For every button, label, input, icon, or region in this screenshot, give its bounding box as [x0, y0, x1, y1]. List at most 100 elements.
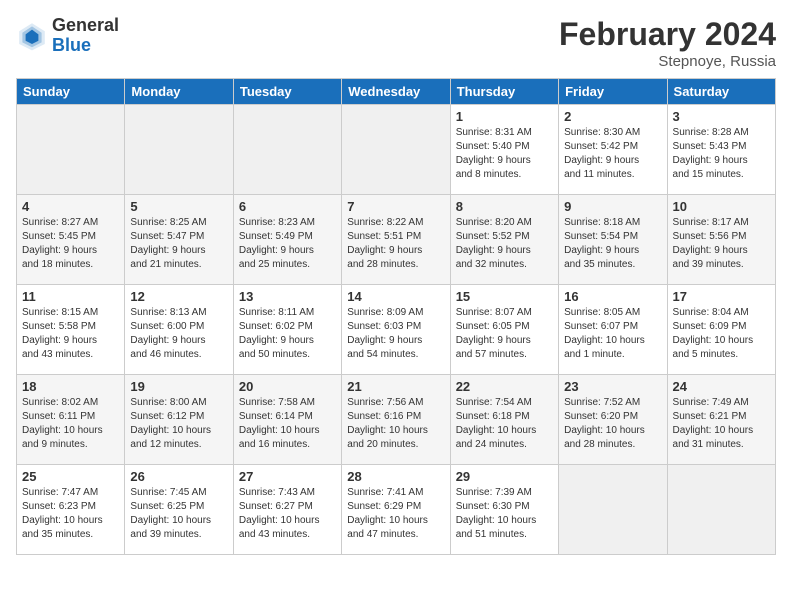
day-info: Sunrise: 8:02 AM Sunset: 6:11 PM Dayligh…	[22, 396, 119, 452]
day-number: 19	[130, 379, 227, 394]
day-number: 13	[239, 289, 336, 304]
day-info: Sunrise: 7:41 AM Sunset: 6:29 PM Dayligh…	[347, 486, 444, 542]
weekday-header-row: SundayMondayTuesdayWednesdayThursdayFrid…	[17, 79, 776, 105]
day-info: Sunrise: 8:07 AM Sunset: 6:05 PM Dayligh…	[456, 306, 553, 362]
day-info: Sunrise: 8:22 AM Sunset: 5:51 PM Dayligh…	[347, 216, 444, 272]
title-block: February 2024 Stepnoye, Russia	[559, 16, 776, 70]
calendar-cell: 6 Sunrise: 8:23 AM Sunset: 5:49 PM Daylig…	[233, 195, 341, 285]
logo-blue: Blue	[52, 35, 91, 55]
calendar-title: February 2024	[559, 16, 776, 53]
calendar-body: 1Sunrise: 8:31 AM Sunset: 5:40 PM Daylig…	[17, 105, 776, 555]
day-number: 22	[456, 379, 553, 394]
day-info: Sunrise: 7:58 AM Sunset: 6:14 PM Dayligh…	[239, 396, 336, 452]
calendar-cell: 2Sunrise: 8:30 AM Sunset: 5:42 PM Daylig…	[559, 105, 667, 195]
calendar-cell: 24 Sunrise: 7:49 AM Sunset: 6:21 PM Dayli…	[667, 375, 775, 465]
day-info: Sunrise: 7:47 AM Sunset: 6:23 PM Dayligh…	[22, 486, 119, 542]
day-number: 6	[239, 199, 336, 214]
calendar-cell: 29Sunrise: 7:39 AM Sunset: 6:30 PM Dayli…	[450, 465, 558, 555]
day-number: 21	[347, 379, 444, 394]
day-number: 20	[239, 379, 336, 394]
day-info: Sunrise: 8:13 AM Sunset: 6:00 PM Dayligh…	[130, 306, 227, 362]
day-info: Sunrise: 8:18 AM Sunset: 5:54 PM Dayligh…	[564, 216, 661, 272]
calendar-cell: 17 Sunrise: 8:04 AM Sunset: 6:09 PM Dayli…	[667, 285, 775, 375]
calendar-cell: 5 Sunrise: 8:25 AM Sunset: 5:47 PM Daylig…	[125, 195, 233, 285]
day-number: 12	[130, 289, 227, 304]
day-number: 24	[673, 379, 770, 394]
calendar-cell: 4Sunrise: 8:27 AM Sunset: 5:45 PM Daylig…	[17, 195, 125, 285]
calendar-cell: 3 Sunrise: 8:28 AM Sunset: 5:43 PM Daylig…	[667, 105, 775, 195]
day-number: 18	[22, 379, 119, 394]
day-number: 23	[564, 379, 661, 394]
page-header: General Blue February 2024 Stepnoye, Rus…	[16, 16, 776, 70]
day-info: Sunrise: 8:05 AM Sunset: 6:07 PM Dayligh…	[564, 306, 661, 362]
calendar-cell: 11Sunrise: 8:15 AM Sunset: 5:58 PM Dayli…	[17, 285, 125, 375]
calendar-cell: 15 Sunrise: 8:07 AM Sunset: 6:05 PM Dayli…	[450, 285, 558, 375]
weekday-header-friday: Friday	[559, 79, 667, 105]
day-info: Sunrise: 8:23 AM Sunset: 5:49 PM Dayligh…	[239, 216, 336, 272]
day-info: Sunrise: 8:09 AM Sunset: 6:03 PM Dayligh…	[347, 306, 444, 362]
day-number: 29	[456, 469, 553, 484]
day-info: Sunrise: 8:00 AM Sunset: 6:12 PM Dayligh…	[130, 396, 227, 452]
calendar-cell: 21 Sunrise: 7:56 AM Sunset: 6:16 PM Dayli…	[342, 375, 450, 465]
calendar-cell: 18 Sunrise: 8:02 AM Sunset: 6:11 PM Dayli…	[17, 375, 125, 465]
weekday-header-wednesday: Wednesday	[342, 79, 450, 105]
day-info: Sunrise: 8:27 AM Sunset: 5:45 PM Dayligh…	[22, 216, 119, 272]
day-number: 8	[456, 199, 553, 214]
weekday-header-sunday: Sunday	[17, 79, 125, 105]
calendar-cell: 16 Sunrise: 8:05 AM Sunset: 6:07 PM Dayli…	[559, 285, 667, 375]
calendar-cell: 8Sunrise: 8:20 AM Sunset: 5:52 PM Daylig…	[450, 195, 558, 285]
week-row-3: 11Sunrise: 8:15 AM Sunset: 5:58 PM Dayli…	[17, 285, 776, 375]
day-info: Sunrise: 7:43 AM Sunset: 6:27 PM Dayligh…	[239, 486, 336, 542]
calendar-cell: 25Sunrise: 7:47 AM Sunset: 6:23 PM Dayli…	[17, 465, 125, 555]
calendar-cell: 19 Sunrise: 8:00 AM Sunset: 6:12 PM Dayli…	[125, 375, 233, 465]
logo: General Blue	[16, 16, 119, 56]
day-number: 9	[564, 199, 661, 214]
day-number: 14	[347, 289, 444, 304]
day-number: 3	[673, 109, 770, 124]
calendar-cell	[233, 105, 341, 195]
day-info: Sunrise: 8:28 AM Sunset: 5:43 PM Dayligh…	[673, 126, 770, 182]
day-info: Sunrise: 7:52 AM Sunset: 6:20 PM Dayligh…	[564, 396, 661, 452]
calendar-cell: 12 Sunrise: 8:13 AM Sunset: 6:00 PM Dayli…	[125, 285, 233, 375]
calendar-cell: 14 Sunrise: 8:09 AM Sunset: 6:03 PM Dayli…	[342, 285, 450, 375]
logo-general: General	[52, 15, 119, 35]
calendar-cell: 1Sunrise: 8:31 AM Sunset: 5:40 PM Daylig…	[450, 105, 558, 195]
day-info: Sunrise: 8:17 AM Sunset: 5:56 PM Dayligh…	[673, 216, 770, 272]
day-number: 2	[564, 109, 661, 124]
day-number: 27	[239, 469, 336, 484]
day-info: Sunrise: 7:45 AM Sunset: 6:25 PM Dayligh…	[130, 486, 227, 542]
calendar-table: SundayMondayTuesdayWednesdayThursdayFrid…	[16, 78, 776, 555]
logo-icon	[16, 20, 48, 52]
day-number: 15	[456, 289, 553, 304]
day-number: 10	[673, 199, 770, 214]
day-info: Sunrise: 8:11 AM Sunset: 6:02 PM Dayligh…	[239, 306, 336, 362]
calendar-cell: 9 Sunrise: 8:18 AM Sunset: 5:54 PM Daylig…	[559, 195, 667, 285]
calendar-cell: 20 Sunrise: 7:58 AM Sunset: 6:14 PM Dayli…	[233, 375, 341, 465]
day-number: 7	[347, 199, 444, 214]
day-info: Sunrise: 7:49 AM Sunset: 6:21 PM Dayligh…	[673, 396, 770, 452]
calendar-cell: 13 Sunrise: 8:11 AM Sunset: 6:02 PM Dayli…	[233, 285, 341, 375]
day-number: 1	[456, 109, 553, 124]
calendar-cell	[17, 105, 125, 195]
calendar-cell	[667, 465, 775, 555]
day-number: 16	[564, 289, 661, 304]
day-info: Sunrise: 8:25 AM Sunset: 5:47 PM Dayligh…	[130, 216, 227, 272]
calendar-cell	[342, 105, 450, 195]
weekday-header-monday: Monday	[125, 79, 233, 105]
day-info: Sunrise: 7:56 AM Sunset: 6:16 PM Dayligh…	[347, 396, 444, 452]
weekday-header-saturday: Saturday	[667, 79, 775, 105]
day-info: Sunrise: 8:04 AM Sunset: 6:09 PM Dayligh…	[673, 306, 770, 362]
day-info: Sunrise: 7:54 AM Sunset: 6:18 PM Dayligh…	[456, 396, 553, 452]
calendar-subtitle: Stepnoye, Russia	[559, 53, 776, 70]
calendar-cell: 27 Sunrise: 7:43 AM Sunset: 6:27 PM Dayli…	[233, 465, 341, 555]
calendar-cell: 7 Sunrise: 8:22 AM Sunset: 5:51 PM Daylig…	[342, 195, 450, 285]
day-info: Sunrise: 8:15 AM Sunset: 5:58 PM Dayligh…	[22, 306, 119, 362]
week-row-1: 1Sunrise: 8:31 AM Sunset: 5:40 PM Daylig…	[17, 105, 776, 195]
calendar-cell: 28Sunrise: 7:41 AM Sunset: 6:29 PM Dayli…	[342, 465, 450, 555]
day-number: 5	[130, 199, 227, 214]
calendar-cell: 26 Sunrise: 7:45 AM Sunset: 6:25 PM Dayli…	[125, 465, 233, 555]
week-row-4: 18 Sunrise: 8:02 AM Sunset: 6:11 PM Dayli…	[17, 375, 776, 465]
calendar-cell: 22 Sunrise: 7:54 AM Sunset: 6:18 PM Dayli…	[450, 375, 558, 465]
day-number: 17	[673, 289, 770, 304]
day-number: 26	[130, 469, 227, 484]
